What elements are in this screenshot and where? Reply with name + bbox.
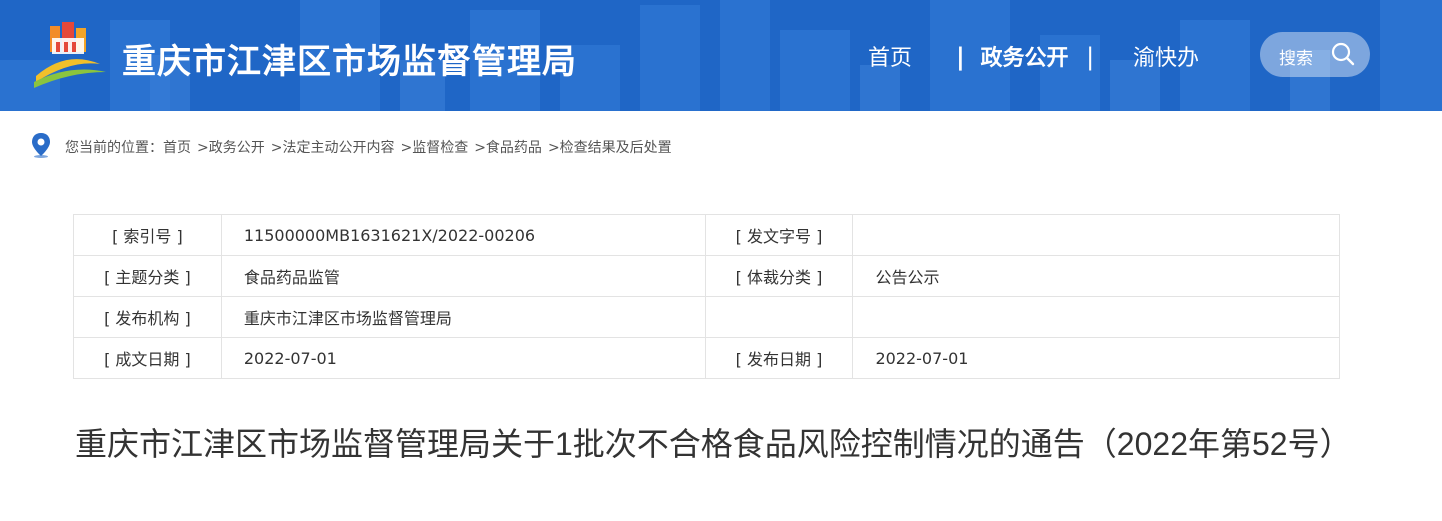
search-label: 搜索	[1279, 49, 1313, 69]
location-pin-icon	[32, 133, 50, 158]
issuing-agency-label: [ 发布机构 ]	[73, 296, 222, 338]
creation-date-value: 2022-07-01	[220, 337, 706, 379]
creation-date-label: [ 成文日期 ]	[73, 337, 222, 379]
issuing-agency-value: 重庆市江津区市场监督管理局	[220, 296, 706, 338]
nav-gov-affairs[interactable]: | 政务公开 |	[956, 40, 1094, 72]
search-button[interactable]: 搜索	[1260, 32, 1370, 77]
breadcrumb-supervision[interactable]: >监督检查	[400, 140, 468, 156]
breadcrumb-home[interactable]: 首页	[163, 140, 191, 156]
emblem-logo-icon[interactable]	[30, 20, 110, 90]
breadcrumb-food-drug[interactable]: >食品药品	[474, 140, 542, 156]
nav-separator-left: |	[956, 43, 965, 71]
site-title[interactable]: 重庆市江津区市场监督管理局	[122, 34, 577, 83]
table-row: [ 主题分类 ] 食品药品监管 [ 体裁分类 ] 公告公示	[73, 255, 1340, 297]
breadcrumb-trail: 您当前的位置：首页 >政务公开 >法定主动公开内容 >监督检查 >食品药品 >检查结果及后…	[65, 137, 678, 157]
genre-category-value: 公告公示	[852, 255, 1340, 297]
article-title: 重庆市江津区市场监督管理局关于1批次不合格食品风险控制情况的通告（2022年第5…	[75, 426, 1352, 462]
document-number-label: [ 发文字号 ]	[704, 214, 854, 256]
empty-value	[852, 296, 1340, 338]
nav-gov-affairs-label[interactable]: 政务公开	[980, 46, 1068, 71]
breadcrumb-inspection-results[interactable]: >检查结果及后处置	[548, 140, 672, 156]
search-icon	[1331, 42, 1355, 66]
breadcrumb-statutory-disclosure[interactable]: >法定主动公开内容	[271, 140, 395, 156]
site-header: 重庆市江津区市场监督管理局 首页 | 政务公开 | 渝快办 搜索	[0, 0, 1442, 111]
index-number-value: 11500000MB1631621X/2022-00206	[220, 214, 706, 256]
publish-date-label: [ 发布日期 ]	[704, 337, 854, 379]
index-number-label: [ 索引号 ]	[73, 214, 222, 256]
document-number-value	[852, 214, 1340, 256]
table-row: [ 索引号 ] 11500000MB1631621X/2022-00206 [ …	[73, 214, 1340, 256]
breadcrumb-prefix: 您当前的位置：	[65, 140, 163, 156]
breadcrumb-gov-affairs[interactable]: >政务公开	[197, 140, 265, 156]
genre-category-label: [ 体裁分类 ]	[704, 255, 854, 297]
nav-home[interactable]: 首页	[868, 40, 912, 72]
nav-yukuaiban[interactable]: 渝快办	[1133, 40, 1199, 72]
table-row: [ 成文日期 ] 2022-07-01 [ 发布日期 ] 2022-07-01	[73, 337, 1340, 379]
document-meta-table: [ 索引号 ] 11500000MB1631621X/2022-00206 [ …	[73, 214, 1340, 379]
table-row: [ 发布机构 ] 重庆市江津区市场监督管理局	[73, 296, 1340, 338]
publish-date-value: 2022-07-01	[852, 337, 1340, 379]
topic-category-label: [ 主题分类 ]	[73, 255, 222, 297]
nav-separator-right: |	[1086, 43, 1095, 71]
empty-label	[704, 296, 854, 338]
topic-category-value: 食品药品监管	[220, 255, 706, 297]
